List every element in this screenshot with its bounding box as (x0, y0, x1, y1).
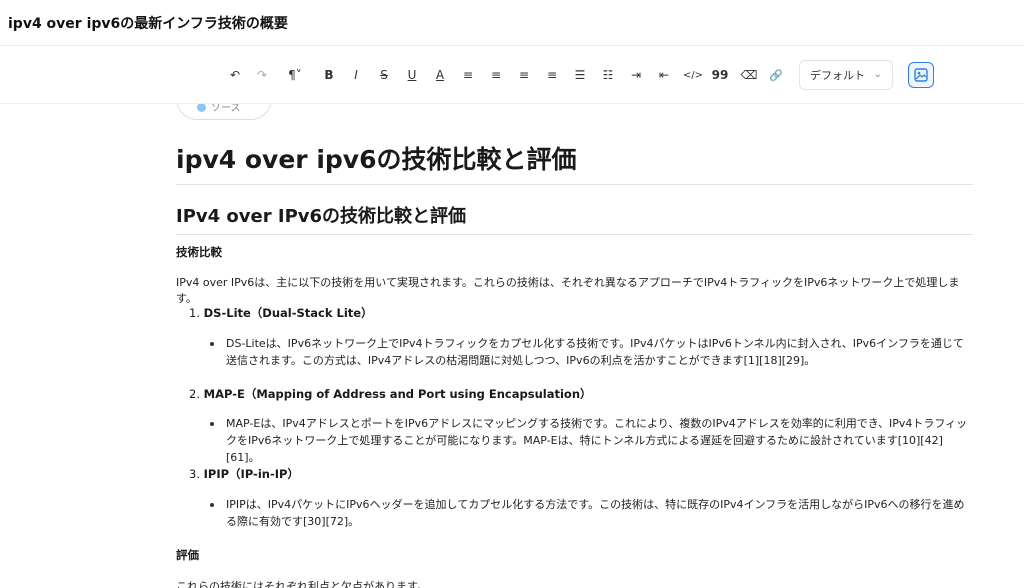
list-item-name: MAP-E（Mapping of Address and Port using … (203, 387, 592, 401)
align-justify-icon[interactable]: ≡ (543, 65, 561, 85)
align-right-icon[interactable]: ≡ (515, 65, 533, 85)
editor-toolbar: ↶ ↷ ¶˅ B I S U A ≡ ≡ ≡ ≡ ☰ ☷ ⇥ ⇤ </> 99 … (0, 46, 1024, 104)
heading-2: IPv4 over IPv6の技術比較と評価 (176, 202, 973, 235)
bullet-icon (210, 422, 214, 426)
list-item-3-detail: IPIPは、IPv4パケットにIPv6ヘッダーを追加してカプセル化する方法です。… (210, 496, 970, 532)
title-bar: ipv4 over ipv6の最新インフラ技術の概要 (0, 0, 1024, 46)
align-left-icon[interactable]: ≡ (459, 65, 477, 85)
bullet-icon (210, 342, 214, 346)
bullet-text: MAP-Eは、IPv4アドレスとポートをIPv6アドレスにマッピングする技術です… (226, 417, 968, 464)
italic-icon[interactable]: I (347, 65, 365, 85)
list-number: 1. (189, 306, 200, 320)
source-chip[interactable]: ソース (176, 104, 272, 120)
list-item-name: DS-Lite（Dual-Stack Lite） (203, 306, 373, 320)
bold-icon[interactable]: B (320, 65, 338, 85)
list-item-2-detail: MAP-Eは、IPv4アドレスとポートをIPv6アドレスにマッピングする技術です… (210, 415, 970, 464)
heading-1: ipv4 over ipv6の技術比較と評価 (176, 140, 973, 185)
intro-paragraph: IPv4 over IPv6は、主に以下の技術を用いて実現されます。これらの技術… (176, 276, 960, 305)
link-icon[interactable]: 🔗 (767, 65, 785, 85)
list-item-3-title: 3. IPIP（IP-in-IP） (189, 466, 299, 482)
strike-icon[interactable]: S (375, 65, 393, 85)
image-icon[interactable] (908, 62, 934, 88)
source-chip-label: ソース (211, 104, 241, 114)
text-color-icon[interactable]: A (431, 65, 449, 85)
list-item-2-title: 2. MAP-E（Mapping of Address and Port usi… (189, 386, 592, 402)
list-item-1-detail: DS-Liteは、IPv6ネットワーク上でIPv4トラフィックをカプセル化する技… (210, 335, 970, 371)
evaluation-paragraph: これらの技術にはそれぞれ利点と欠点があります。 (176, 580, 428, 588)
list-number: 2. (189, 387, 200, 401)
indent-icon[interactable]: ⇥ (627, 65, 645, 85)
list-number: 3. (189, 467, 200, 481)
ordered-list-icon[interactable]: ☷ (599, 65, 617, 85)
document-title: ipv4 over ipv6の最新インフラ技術の概要 (8, 16, 288, 32)
undo-icon[interactable]: ↶ (226, 65, 244, 85)
quote-icon[interactable]: 99 (711, 65, 729, 85)
chevron-down-icon: ⌄ (873, 69, 882, 80)
section-heading-evaluation: 評価 (176, 548, 199, 562)
list-item-name: IPIP（IP-in-IP） (203, 467, 299, 481)
align-center-icon[interactable]: ≡ (487, 65, 505, 85)
section-heading-comparison: 技術比較 (176, 245, 222, 259)
bullet-text: IPIPは、IPv4パケットにIPv6ヘッダーを追加してカプセル化する方法です。… (226, 498, 965, 528)
underline-icon[interactable]: U (403, 65, 421, 85)
clear-format-icon[interactable]: ⌫ (740, 65, 758, 85)
paragraph-icon[interactable]: ¶˅ (282, 65, 308, 85)
bullet-list-icon[interactable]: ☰ (571, 65, 589, 85)
list-item-1-title: 1. DS-Lite（Dual-Stack Lite） (189, 305, 373, 321)
style-select-value: デフォルト (810, 69, 865, 82)
code-icon[interactable]: </> (681, 65, 705, 85)
bullet-icon (210, 503, 214, 507)
style-select[interactable]: デフォルト ⌄ (799, 60, 893, 90)
redo-icon[interactable]: ↷ (253, 65, 271, 85)
outdent-icon[interactable]: ⇤ (655, 65, 673, 85)
source-icon (197, 104, 206, 112)
document-body[interactable]: ソース ipv4 over ipv6の技術比較と評価 IPv4 over IPv… (0, 104, 1024, 588)
bullet-text: DS-Liteは、IPv6ネットワーク上でIPv4トラフィックをカプセル化する技… (226, 337, 964, 367)
